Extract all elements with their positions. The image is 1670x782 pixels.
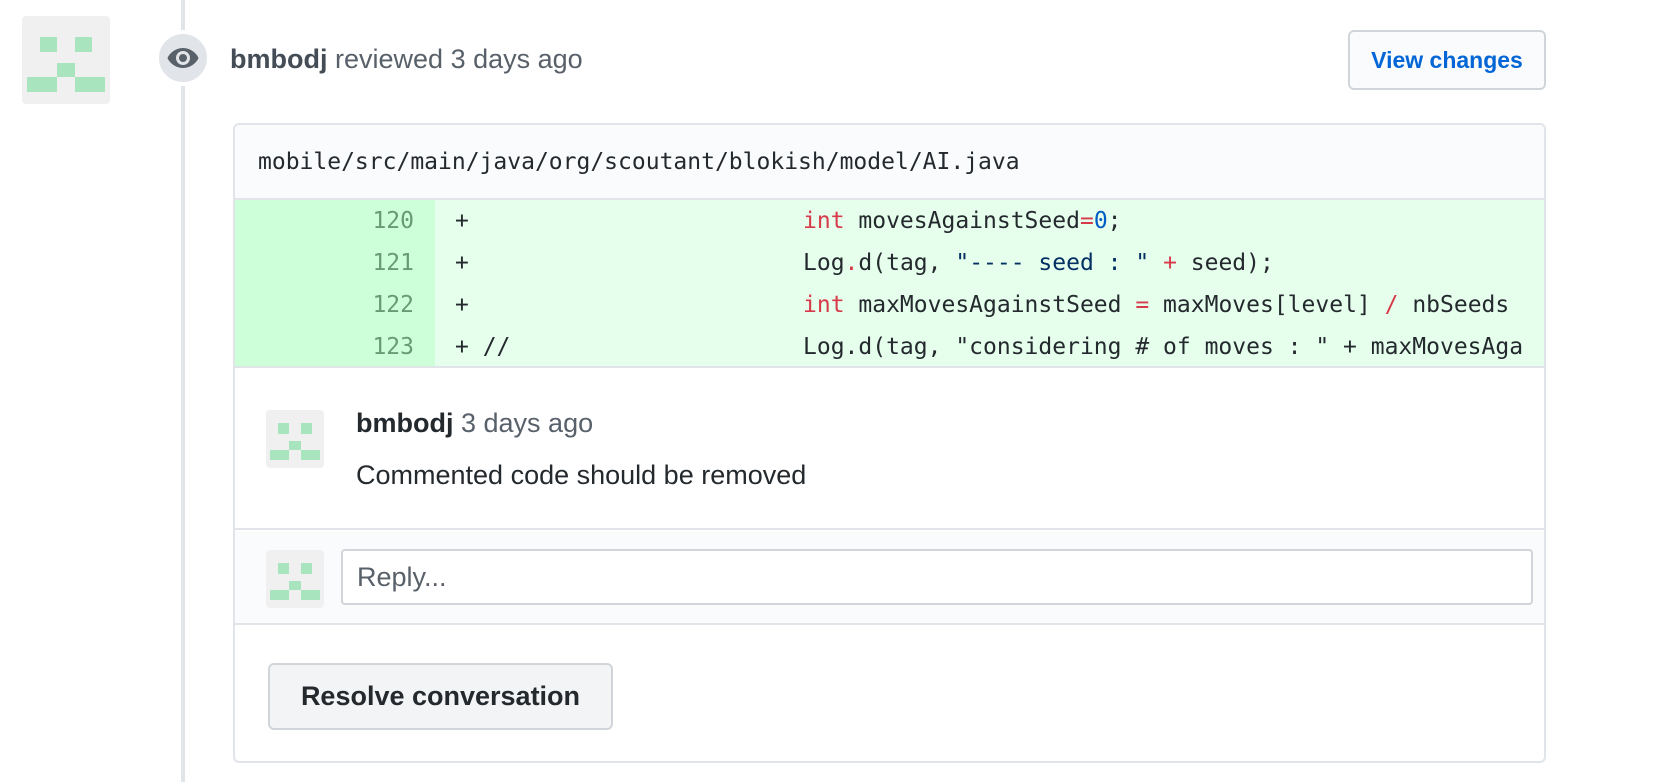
reviewer-avatar[interactable] — [22, 16, 110, 104]
timeline-line — [181, 0, 185, 782]
review-comment: bmbodj 3 days ago Commented code should … — [235, 370, 1544, 530]
review-author[interactable]: bmbodj — [230, 44, 327, 74]
diff-line: 120 + int movesAgainstSeed=0; — [235, 200, 1544, 242]
code-content: Log.d(tag, "---- seed : " + seed); — [803, 250, 1274, 276]
reply-area — [235, 532, 1544, 625]
reply-input[interactable] — [341, 549, 1533, 605]
review-thread: mobile/src/main/java/org/scoutant/blokis… — [233, 123, 1546, 763]
diff-line: 121 + Log.d(tag, "---- seed : " + seed); — [235, 242, 1544, 284]
review-action: reviewed — [335, 44, 444, 74]
diff-prefix: + // — [455, 334, 511, 360]
current-user-avatar — [266, 550, 324, 608]
line-number[interactable]: 123 — [235, 326, 414, 368]
file-path[interactable]: mobile/src/main/java/org/scoutant/blokis… — [235, 125, 1544, 200]
diff-hunk: 120 + int movesAgainstSeed=0; 121 + Log.… — [235, 200, 1544, 368]
line-number[interactable]: 122 — [235, 284, 414, 326]
diff-prefix: + — [455, 250, 469, 276]
line-number[interactable]: 121 — [235, 242, 414, 284]
eye-icon — [155, 30, 211, 86]
view-changes-button[interactable]: View changes — [1348, 30, 1546, 90]
line-number[interactable]: 120 — [235, 200, 414, 242]
review-time[interactable]: 3 days ago — [451, 44, 583, 74]
diff-line: 122 + int maxMovesAgainstSeed = maxMoves… — [235, 284, 1544, 326]
diff-prefix: + — [455, 208, 469, 234]
commenter-avatar[interactable] — [266, 410, 324, 468]
code-content: Log.d(tag, "considering # of moves : " +… — [803, 334, 1524, 360]
code-content: int movesAgainstSeed=0; — [803, 208, 1122, 234]
comment-author[interactable]: bmbodj — [356, 408, 453, 438]
review-header: bmbodj reviewed 3 days ago — [230, 44, 583, 75]
resolve-conversation-button[interactable]: Resolve conversation — [268, 663, 613, 730]
comment-meta: bmbodj 3 days ago — [356, 408, 593, 439]
diff-prefix: + — [455, 292, 469, 318]
code-content: int maxMovesAgainstSeed = maxMoves[level… — [803, 292, 1510, 318]
comment-body: Commented code should be removed — [356, 460, 807, 490]
comment-time[interactable]: 3 days ago — [461, 408, 593, 438]
diff-line: 123 + // Log.d(tag, "considering # of mo… — [235, 326, 1544, 368]
